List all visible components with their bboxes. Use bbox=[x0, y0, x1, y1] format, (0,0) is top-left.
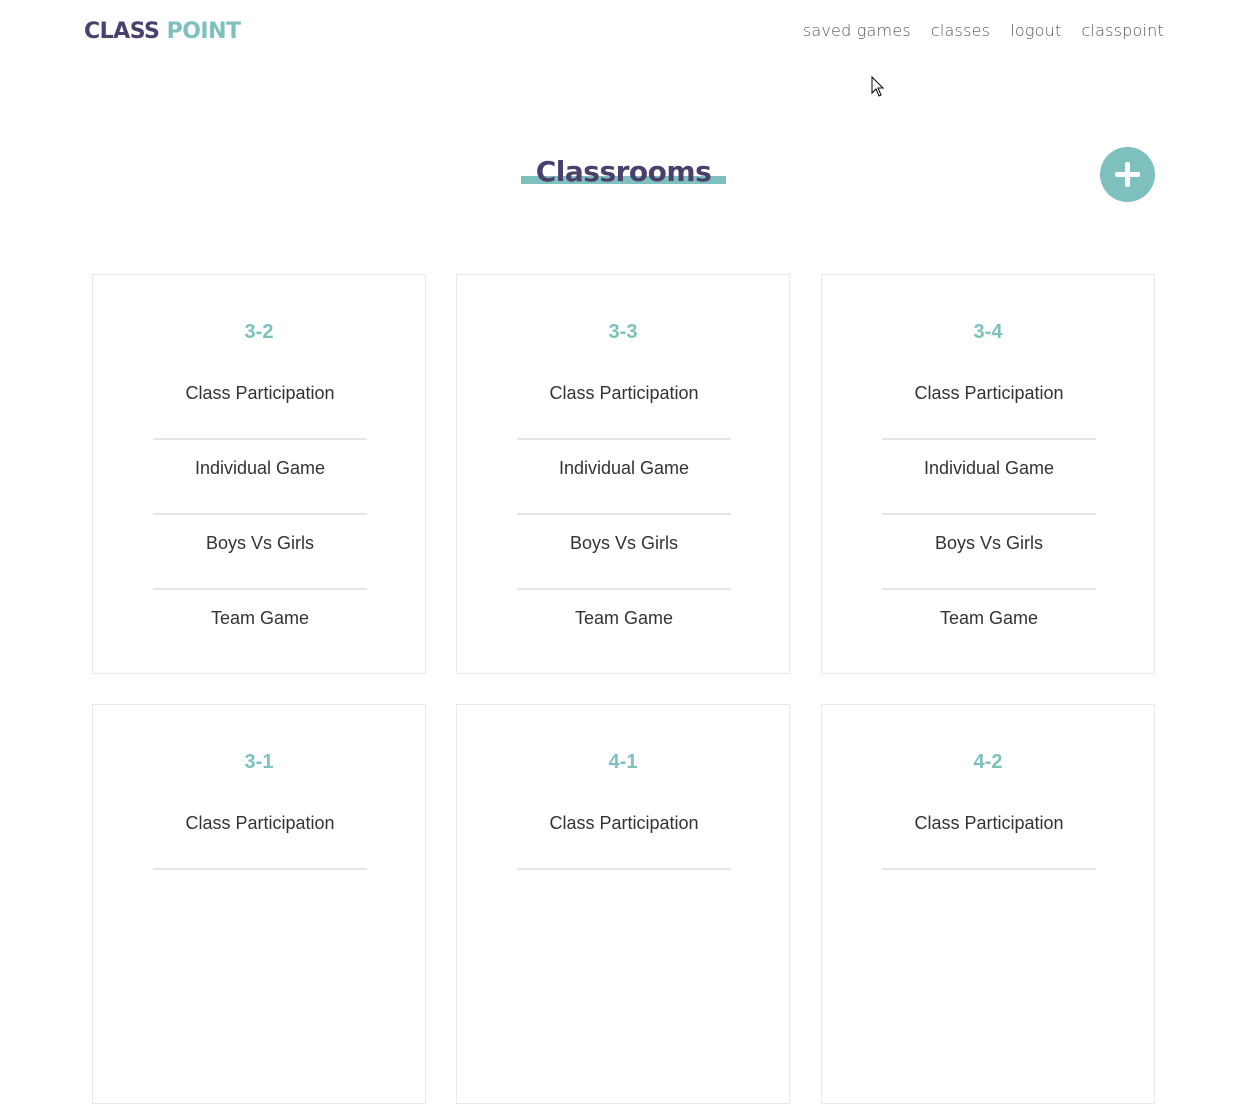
mouse-cursor-icon bbox=[871, 76, 885, 97]
nav-classes[interactable]: classes bbox=[931, 20, 990, 42]
option-individual-game[interactable]: Individual Game bbox=[153, 440, 367, 515]
option-individual-game[interactable]: Individual Game bbox=[882, 440, 1096, 515]
add-classroom-button[interactable] bbox=[1100, 147, 1155, 202]
classroom-name[interactable]: 3-4 bbox=[822, 319, 1154, 345]
classroom-card: 3-1 Class Participation bbox=[92, 704, 426, 1104]
option-team-game[interactable]: Team Game bbox=[153, 590, 367, 665]
option-label: Class Participation bbox=[185, 383, 335, 403]
nav-logout[interactable]: logout bbox=[1010, 20, 1061, 42]
plus-icon bbox=[1115, 162, 1140, 187]
option-individual-game[interactable]: Individual Game bbox=[517, 440, 731, 515]
classroom-name[interactable]: 3-2 bbox=[93, 319, 425, 345]
classroom-name[interactable]: 3-1 bbox=[93, 749, 425, 775]
nav-saved-games[interactable]: saved games bbox=[803, 20, 911, 42]
option-boys-vs-girls[interactable]: Boys Vs Girls bbox=[517, 515, 731, 590]
page-title-block: Classrooms bbox=[521, 150, 726, 190]
logo-part-point: POINT bbox=[166, 19, 241, 44]
option-class-participation[interactable]: Class Participation bbox=[882, 795, 1096, 870]
classroom-name[interactable]: 4-1 bbox=[457, 749, 789, 775]
page-title: Classrooms bbox=[535, 155, 712, 188]
option-label: Class Participation bbox=[185, 813, 335, 833]
classroom-card: 4-1 Class Participation bbox=[456, 704, 790, 1104]
option-class-participation[interactable]: Class Participation bbox=[153, 795, 367, 870]
option-team-game[interactable]: Team Game bbox=[882, 590, 1096, 665]
classroom-card: 3-3 Class Participation Individual Game … bbox=[456, 274, 790, 674]
classroom-card: 3-4 Class Participation Individual Game … bbox=[821, 274, 1155, 674]
option-label: Class Participation bbox=[549, 813, 699, 833]
logo-part-class: CLASS bbox=[84, 19, 160, 44]
header: CLASS POINT saved games classes logout c… bbox=[0, 0, 1249, 64]
option-label: Individual Game bbox=[923, 458, 1055, 478]
option-label: Class Participation bbox=[914, 813, 1064, 833]
option-team-game[interactable]: Team Game bbox=[517, 590, 731, 665]
logo[interactable]: CLASS POINT bbox=[84, 18, 241, 46]
option-class-participation[interactable]: Class Participation bbox=[153, 365, 367, 440]
option-class-participation[interactable]: Class Participation bbox=[882, 365, 1096, 440]
option-label: Team Game bbox=[939, 608, 1039, 628]
classroom-name[interactable]: 3-3 bbox=[457, 319, 789, 345]
option-label: Team Game bbox=[574, 608, 674, 628]
option-label: Individual Game bbox=[558, 458, 690, 478]
nav-classpoint[interactable]: classpoint bbox=[1081, 20, 1164, 42]
classroom-card: 3-2 Class Participation Individual Game … bbox=[92, 274, 426, 674]
option-class-participation[interactable]: Class Participation bbox=[517, 365, 731, 440]
option-boys-vs-girls[interactable]: Boys Vs Girls bbox=[153, 515, 367, 590]
option-label: Boys Vs Girls bbox=[205, 533, 315, 553]
option-class-participation[interactable]: Class Participation bbox=[517, 795, 731, 870]
option-label: Boys Vs Girls bbox=[569, 533, 679, 553]
classroom-card: 4-2 Class Participation bbox=[821, 704, 1155, 1104]
option-label: Boys Vs Girls bbox=[934, 533, 1044, 553]
option-label: Team Game bbox=[210, 608, 310, 628]
top-nav: saved games classes logout classpoint bbox=[803, 20, 1164, 42]
option-label: Individual Game bbox=[194, 458, 326, 478]
option-boys-vs-girls[interactable]: Boys Vs Girls bbox=[882, 515, 1096, 590]
option-label: Class Participation bbox=[549, 383, 699, 403]
option-label: Class Participation bbox=[914, 383, 1064, 403]
classroom-name[interactable]: 4-2 bbox=[822, 749, 1154, 775]
